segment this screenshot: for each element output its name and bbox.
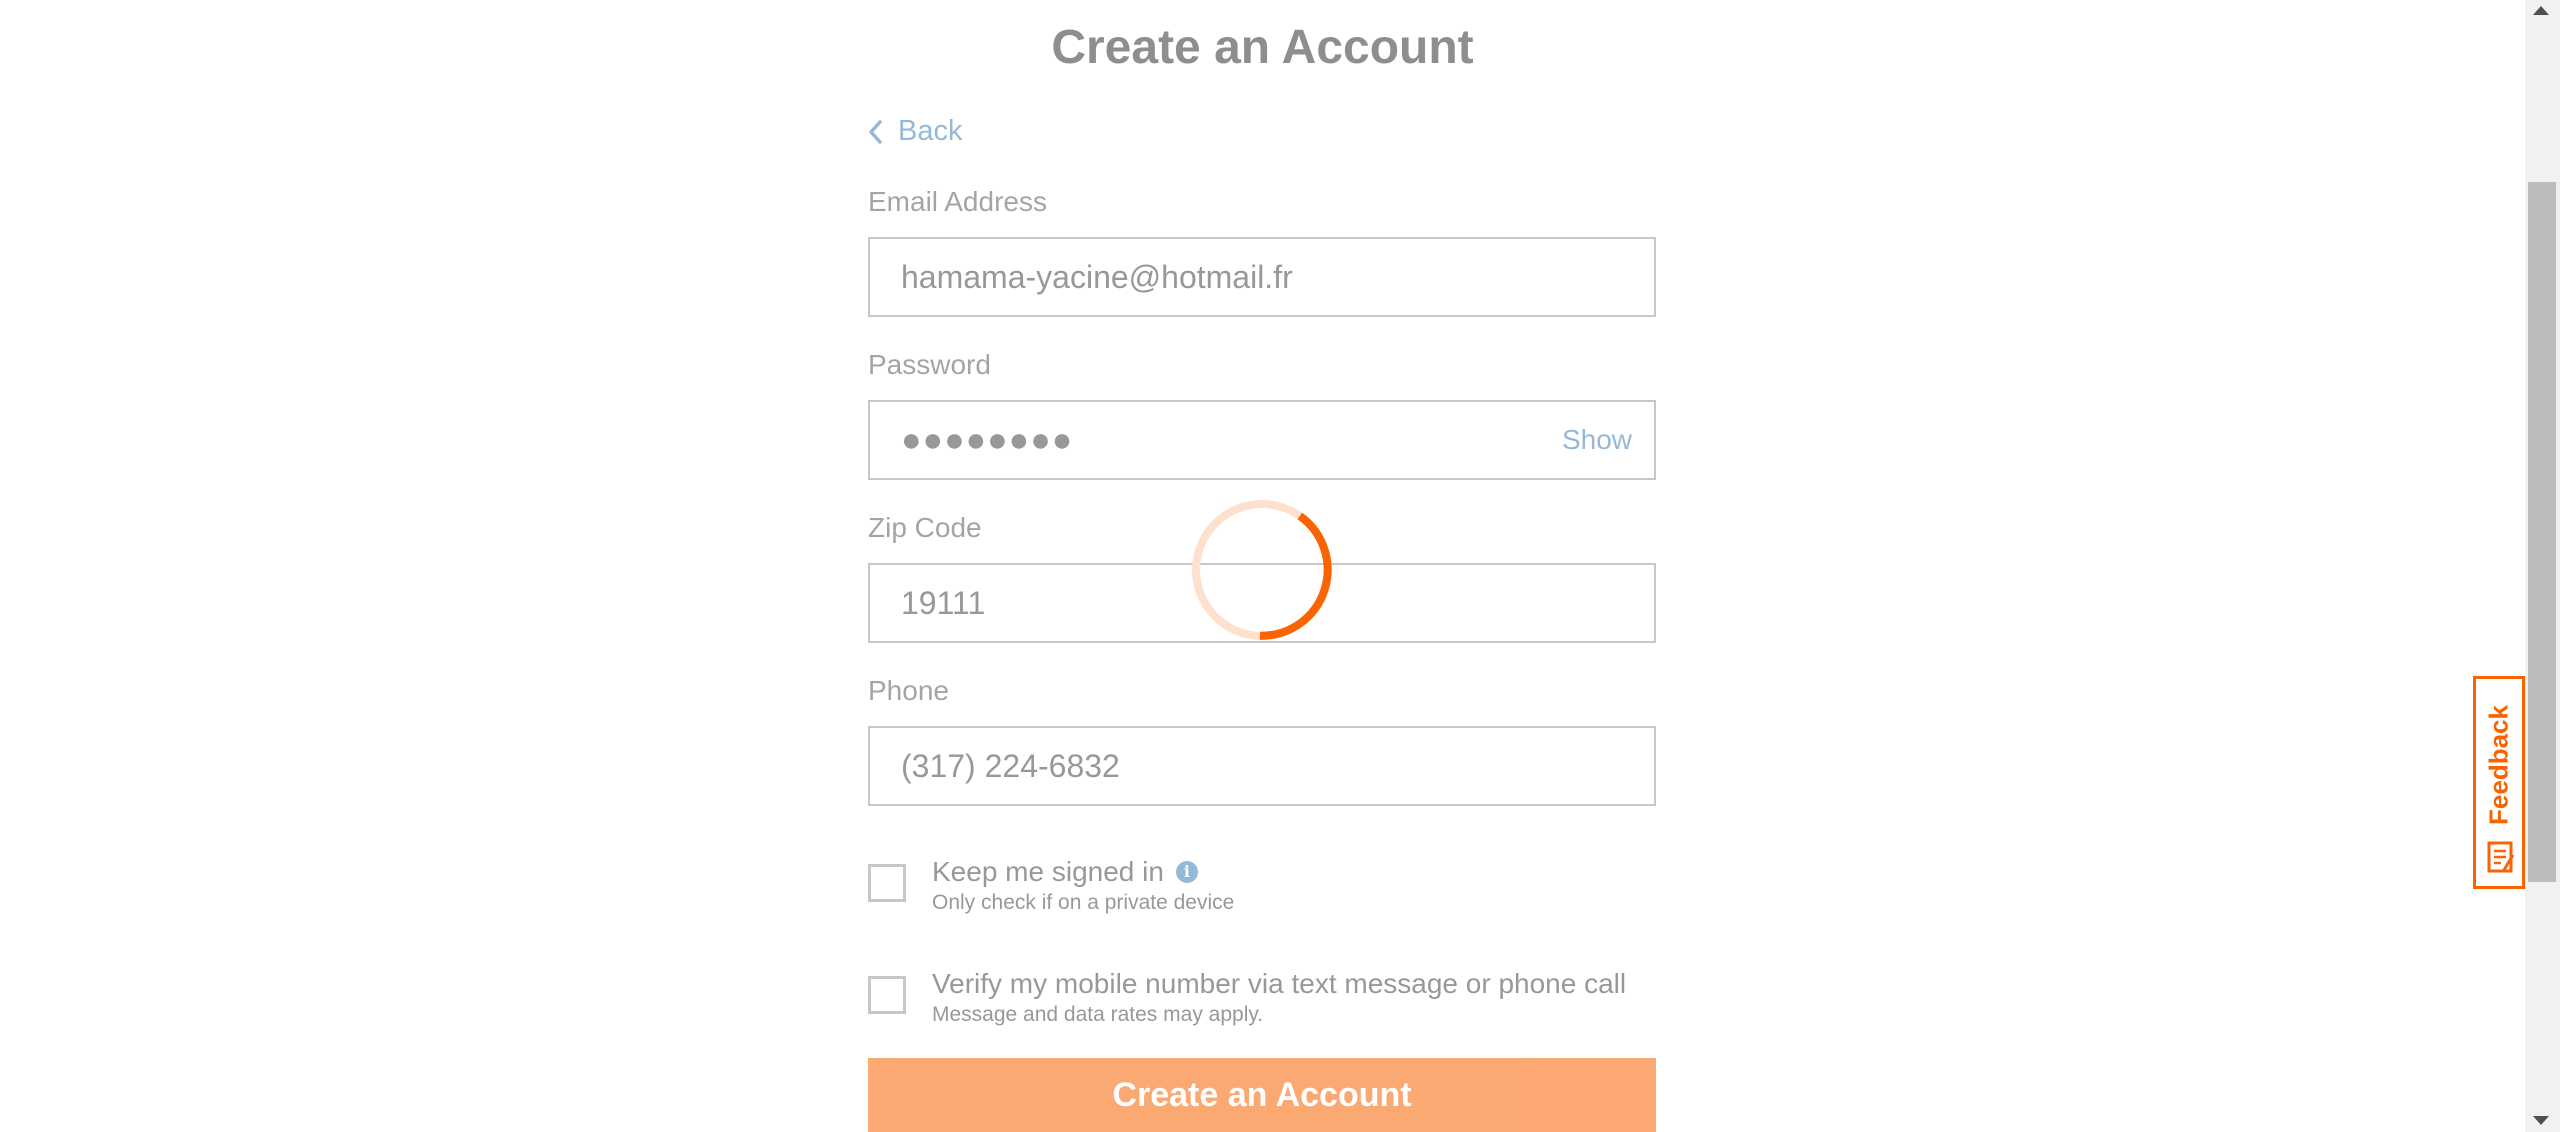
info-icon[interactable]: i	[1175, 861, 1198, 883]
verify-mobile-row: Verify my mobile number via text message…	[868, 968, 1626, 1027]
email-label: Email Address	[868, 186, 1047, 217]
back-link[interactable]: Back	[868, 115, 962, 148]
feedback-form-icon	[2487, 841, 2515, 873]
scroll-up-arrow-icon[interactable]	[2533, 6, 2549, 15]
feedback-label: Feedback	[2483, 705, 2514, 825]
chevron-left-icon	[869, 119, 882, 144]
scroll-down-arrow-icon[interactable]	[2533, 1116, 2549, 1125]
verify-mobile-label: Verify my mobile number via text message…	[932, 968, 1627, 999]
verify-mobile-checkbox[interactable]	[868, 976, 906, 1014]
phone-label: Phone	[868, 675, 949, 706]
password-label: Password	[868, 349, 991, 380]
email-field[interactable]: hamama-yacine@hotmail.fr	[868, 237, 1656, 317]
show-password-button[interactable]: Show	[1562, 402, 1632, 478]
zip-value: 19111	[901, 585, 986, 621]
keep-signed-in-sub: Only check if on a private device	[932, 891, 1235, 914]
email-value: hamama-yacine@hotmail.fr	[901, 259, 1293, 295]
phone-value: (317) 224-6832	[901, 748, 1120, 784]
loading-spinner-icon	[1192, 500, 1332, 640]
keep-signed-in-row: Keep me signed in i Only check if on a p…	[868, 856, 1234, 915]
feedback-tab[interactable]: Feedback	[2473, 676, 2525, 889]
verify-mobile-sub: Message and data rates may apply.	[932, 1003, 1264, 1026]
password-value: ●●●●●●●●	[901, 421, 1074, 459]
back-label: Back	[898, 115, 963, 147]
keep-signed-in-checkbox[interactable]	[868, 864, 906, 902]
zip-label: Zip Code	[868, 512, 982, 543]
create-account-button[interactable]: Create an Account	[868, 1058, 1656, 1132]
scrollbar-thumb[interactable]	[2528, 182, 2556, 882]
keep-signed-in-label: Keep me signed in	[932, 856, 1164, 887]
page-title: Create an Account	[1051, 21, 1474, 74]
phone-field[interactable]: (317) 224-6832	[868, 726, 1656, 806]
password-field[interactable]: ●●●●●●●● Show	[868, 400, 1656, 480]
